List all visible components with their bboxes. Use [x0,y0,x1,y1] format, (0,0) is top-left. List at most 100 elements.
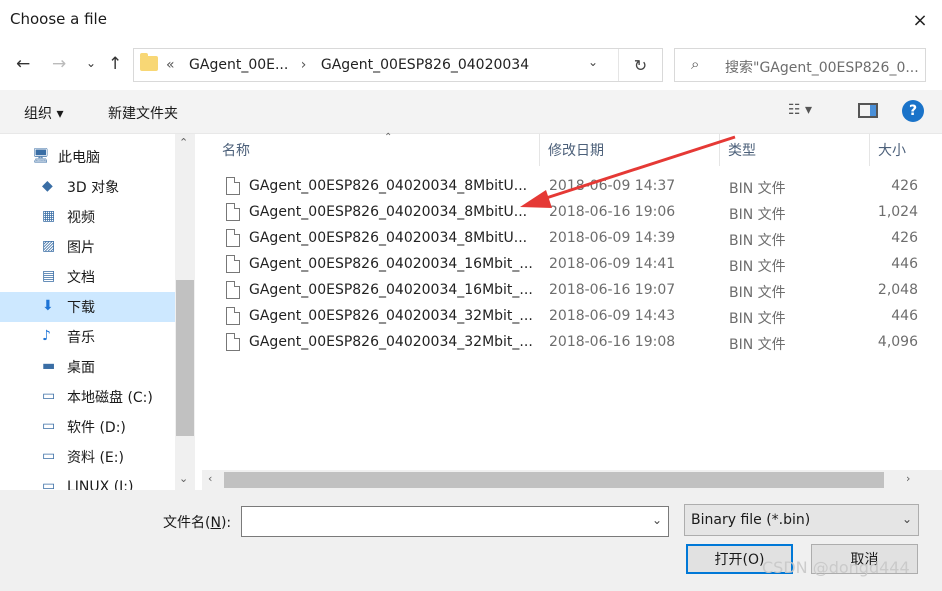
file-date: 2018-06-16 19:08 [549,334,676,350]
recent-locations-icon[interactable]: ⌄ [86,56,96,70]
file-size: 1,024 [877,204,918,220]
breadcrumb: « GAgent_00E... › GAgent_00ESP826_040200… [166,57,537,73]
chevron-down-icon[interactable]: ⌄ [588,55,598,69]
desktop-icon: ▬ [42,358,56,374]
drive-icon: ▭ [42,418,56,434]
search-icon: ⌕ [691,55,700,73]
close-icon[interactable]: × [906,8,934,32]
column-header-date[interactable]: 修改日期 [540,134,720,166]
column-header-size[interactable]: 大小 [870,134,942,166]
new-folder-button[interactable]: 新建文件夹 [108,103,178,123]
file-name: GAgent_00ESP826_04020034_16Mbit_... [249,282,533,298]
sidebar-item[interactable]: ⬇ 下载 [0,292,175,322]
file-row[interactable]: GAgent_00ESP826_04020034_8MbitU... 2018-0… [220,174,942,200]
download-icon: ⬇ [42,298,54,314]
up-arrow-icon[interactable]: ↑ [108,54,122,74]
file-size: 4,096 [877,334,918,350]
sidebar-item[interactable]: 🖥 此电脑 [0,142,175,172]
address-bar[interactable]: « GAgent_00E... › GAgent_00ESP826_040200… [133,48,663,82]
file-size: 2,048 [877,282,918,298]
file-type: BIN 文件 [729,233,786,249]
navigation-bar: ← → ⌄ ↑ « GAgent_00E... › GAgent_00ESP82… [0,38,942,90]
drive-icon: ▭ [42,388,56,404]
file-size: 446 [891,308,918,324]
title-bar: Choose a file × [0,0,942,38]
breadcrumb-item[interactable]: GAgent_00ESP826_04020034 [321,57,529,73]
search-placeholder: 搜索"GAgent_00ESP826_0... [725,60,919,76]
command-toolbar: 组织 ▾ 新建文件夹 ☷ ▾ ? [0,90,942,134]
sidebar-item-label: 资料 (E:) [67,450,124,466]
sidebar-item[interactable]: ▭ 软件 (D:) [0,412,175,442]
watermark: CSDN @dongd444 [762,558,910,577]
column-header-name[interactable]: 名称 ⌃ [214,132,540,166]
chevron-down-icon[interactable]: ⌄ [652,513,662,527]
column-header-type[interactable]: 类型 [720,134,870,166]
sidebar-item-label: 图片 [67,240,95,256]
file-type-value: Binary file (*.bin) [691,512,811,528]
file-row[interactable]: GAgent_00ESP826_04020034_8MbitU... 2018-0… [220,226,942,252]
folder-icon [140,53,158,71]
back-arrow-icon[interactable]: ← [16,54,30,74]
file-icon [226,307,240,325]
file-type: BIN 文件 [729,259,786,275]
sidebar-item[interactable]: ◆ 3D 对象 [0,172,175,202]
music-icon: ♪ [42,328,51,344]
file-size: 426 [891,230,918,246]
file-type-select[interactable]: Binary file (*.bin) ⌄ [684,504,919,536]
sidebar-item[interactable]: ▤ 文档 [0,262,175,292]
scroll-down-icon[interactable]: ⌄ [179,472,188,485]
column-header-label: 名称 [222,143,250,159]
file-name: GAgent_00ESP826_04020034_8MbitU... [249,178,528,194]
sidebar-item-label: 文档 [67,270,95,286]
chevron-right-icon[interactable]: › [301,57,307,73]
file-name: GAgent_00ESP826_04020034_32Mbit_... [249,308,533,324]
sidebar-item[interactable]: ▭ 本地磁盘 (C:) [0,382,175,412]
forward-arrow-icon[interactable]: → [52,54,66,74]
sidebar-item[interactable]: ♪ 音乐 [0,322,175,352]
file-row[interactable]: GAgent_00ESP826_04020034_32Mbit_... 2018-… [220,304,942,330]
file-icon [226,177,240,195]
organize-button[interactable]: 组织 ▾ [24,103,63,123]
sidebar-item-label: 音乐 [67,330,95,346]
file-row[interactable]: GAgent_00ESP826_04020034_8MbitU... 2018-0… [220,200,942,226]
breadcrumb-item[interactable]: GAgent_00E... [189,57,288,73]
sidebar-item-label: 3D 对象 [67,180,120,196]
scrollbar-thumb[interactable] [176,280,194,436]
scrollbar-thumb[interactable] [224,472,884,488]
refresh-icon[interactable]: ↻ [618,49,662,81]
file-icon [226,333,240,351]
picture-icon: ▨ [42,238,56,254]
sidebar-item[interactable]: ▬ 桌面 [0,352,175,382]
scroll-right-icon[interactable]: › [906,472,910,485]
scroll-left-icon[interactable]: ‹ [208,472,212,485]
sidebar-item-label: 桌面 [67,360,95,376]
scroll-up-icon[interactable]: ⌃ [179,136,188,149]
file-row[interactable]: GAgent_00ESP826_04020034_16Mbit_... 2018-… [220,278,942,304]
sidebar-item-label: 视频 [67,210,95,226]
file-row[interactable]: GAgent_00ESP826_04020034_16Mbit_... 2018-… [220,252,942,278]
file-size: 426 [891,178,918,194]
sidebar-scrollbar[interactable]: ⌃ ⌄ [175,134,195,490]
sidebar-item[interactable]: ▦ 视频 [0,202,175,232]
horizontal-scrollbar[interactable]: ‹ › [202,470,942,490]
sidebar-item-label: 软件 (D:) [67,420,126,436]
filename-field[interactable]: ⌄ [241,506,669,537]
file-date: 2018-06-16 19:07 [549,282,676,298]
overflow-icon[interactable]: « [166,57,175,73]
preview-pane-icon[interactable] [858,103,878,118]
file-row[interactable]: GAgent_00ESP826_04020034_32Mbit_... 2018-… [220,330,942,356]
file-name: GAgent_00ESP826_04020034_16Mbit_... [249,256,533,272]
file-date: 2018-06-16 19:06 [549,204,676,220]
file-type: BIN 文件 [729,207,786,223]
computer-icon: 🖥 [32,148,50,164]
view-options-icon[interactable]: ☷ ▾ [788,102,812,118]
column-header-label: 类型 [728,143,756,159]
column-header-label: 大小 [878,143,906,159]
column-header-label: 修改日期 [548,143,604,159]
help-icon[interactable]: ? [902,100,924,122]
sidebar-item[interactable]: ▭ 资料 (E:) [0,442,175,472]
file-type: BIN 文件 [729,311,786,327]
sidebar-item[interactable]: ▨ 图片 [0,232,175,262]
chevron-down-icon[interactable]: ⌄ [902,512,912,526]
search-input[interactable]: ⌕ 搜索"GAgent_00ESP826_0... [674,48,926,82]
